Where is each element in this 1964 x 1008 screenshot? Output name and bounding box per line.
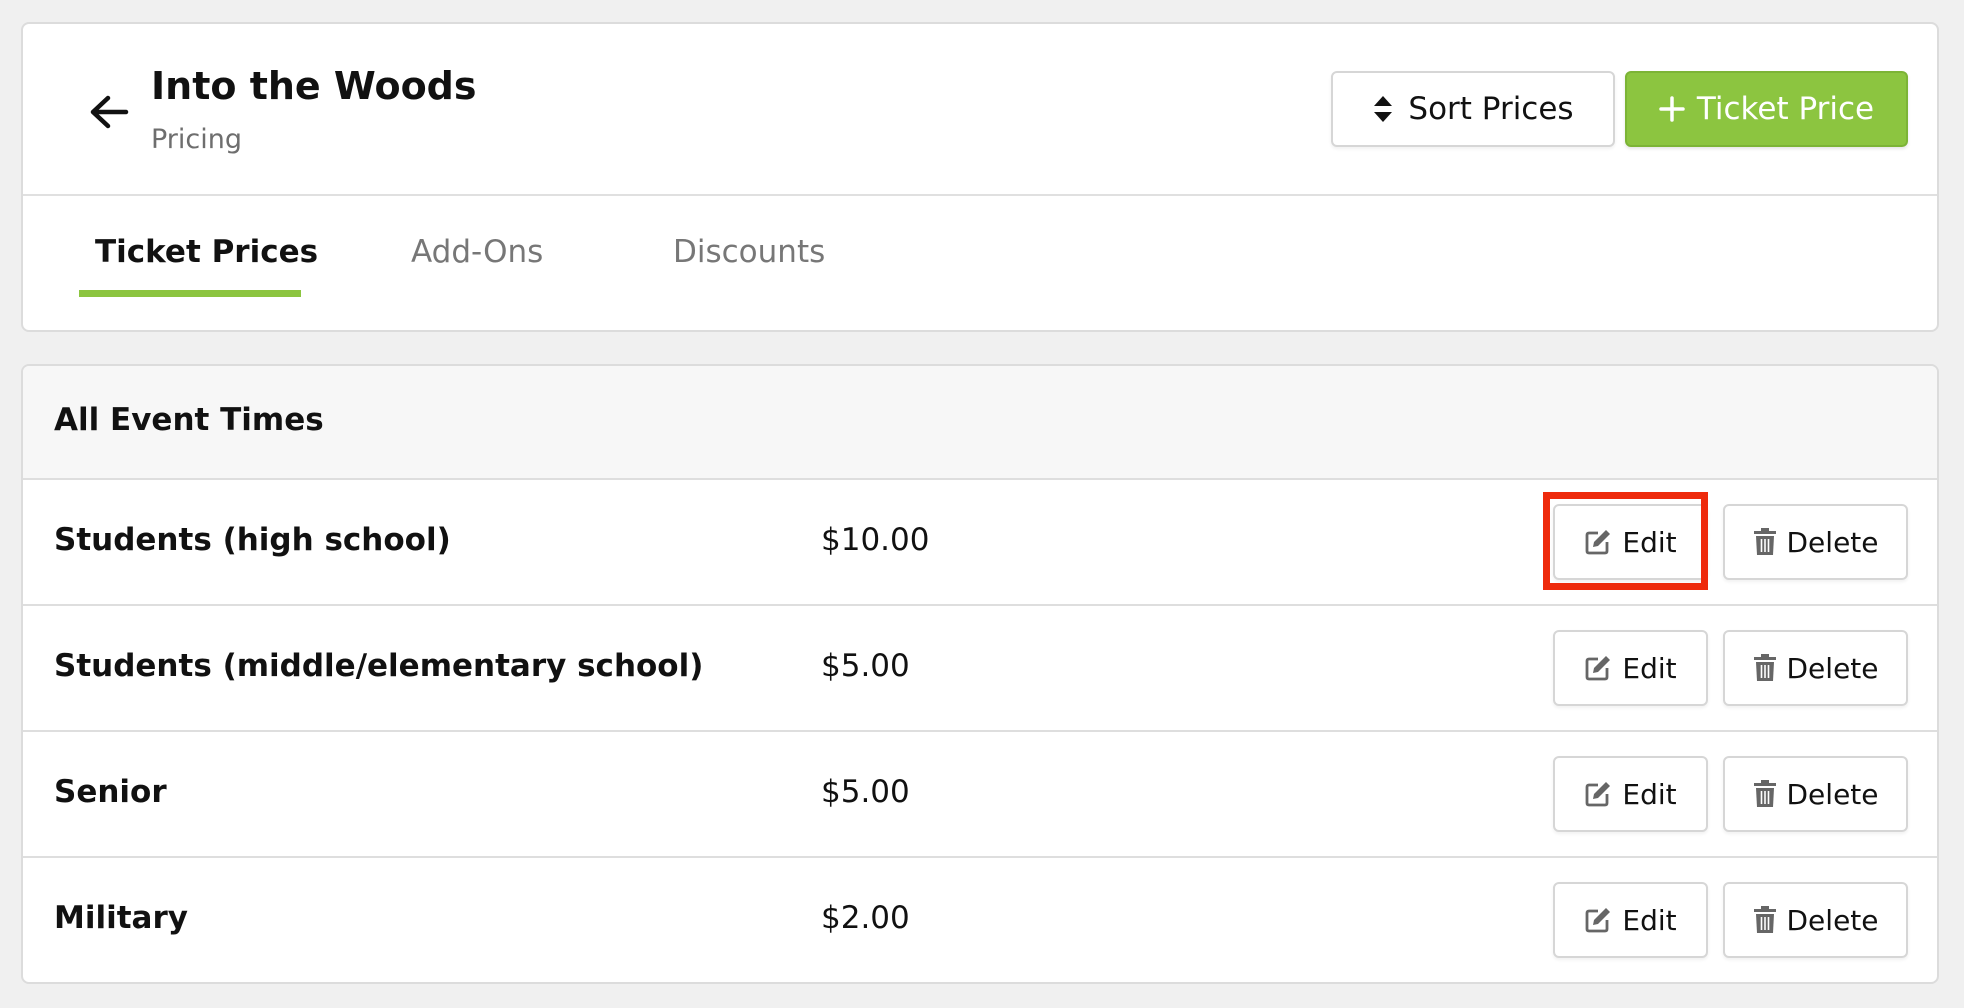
edit-button[interactable]: Edit	[1553, 630, 1708, 706]
sort-icon	[1374, 96, 1393, 122]
add-ticket-price-button[interactable]: Ticket Price	[1625, 71, 1908, 147]
price-name: Students (high school)	[54, 522, 451, 558]
back-button[interactable]	[85, 88, 133, 136]
header-card: Into the Woods Pricing Sort Prices Ticke…	[21, 22, 1939, 332]
price-amount: $10.00	[821, 522, 930, 558]
edit-icon	[1585, 656, 1611, 681]
price-amount: $5.00	[821, 648, 910, 684]
edit-label: Edit	[1622, 651, 1677, 685]
price-name: Military	[54, 900, 188, 936]
page-title: Into the Woods	[151, 64, 477, 108]
delete-label: Delete	[1786, 903, 1879, 937]
trash-icon	[1753, 906, 1776, 933]
edit-label: Edit	[1622, 903, 1677, 937]
section-title: All Event Times	[54, 402, 324, 438]
active-tab-indicator	[79, 290, 301, 297]
delete-label: Delete	[1786, 651, 1879, 685]
delete-label: Delete	[1786, 777, 1879, 811]
tab-ticket-prices[interactable]: Ticket Prices	[95, 234, 318, 270]
edit-icon	[1585, 530, 1611, 555]
price-name: Senior	[54, 774, 167, 810]
price-amount: $2.00	[821, 900, 910, 936]
add-ticket-price-label: Ticket Price	[1696, 91, 1875, 127]
delete-button[interactable]: Delete	[1723, 882, 1908, 958]
price-row: Military $2.00 Edit Delete	[23, 858, 1937, 982]
delete-button[interactable]: Delete	[1723, 630, 1908, 706]
price-row: Students (middle/elementary school) $5.0…	[23, 606, 1937, 732]
trash-icon	[1753, 654, 1776, 681]
delete-label: Delete	[1786, 525, 1879, 559]
delete-button[interactable]: Delete	[1723, 504, 1908, 580]
tab-discounts[interactable]: Discounts	[673, 234, 825, 270]
page-subtitle: Pricing	[151, 124, 243, 155]
tab-add-ons[interactable]: Add-Ons	[411, 234, 543, 270]
arrow-left-icon	[90, 95, 129, 129]
plus-icon	[1659, 96, 1685, 122]
price-amount: $5.00	[821, 774, 910, 810]
edit-icon	[1585, 908, 1611, 933]
price-row: Students (high school) $10.00 Edit Delet…	[23, 480, 1937, 606]
edit-button[interactable]: Edit	[1553, 756, 1708, 832]
sort-prices-label: Sort Prices	[1408, 91, 1574, 127]
price-row: Senior $5.00 Edit Delete	[23, 732, 1937, 858]
sort-prices-button[interactable]: Sort Prices	[1331, 71, 1615, 147]
trash-icon	[1753, 528, 1776, 555]
header-divider	[23, 194, 1937, 196]
trash-icon	[1753, 780, 1776, 807]
prices-card: All Event Times Students (high school) $…	[21, 364, 1939, 984]
section-header: All Event Times	[23, 366, 1937, 480]
edit-button[interactable]: Edit	[1553, 882, 1708, 958]
edit-label: Edit	[1622, 525, 1677, 559]
price-name: Students (middle/elementary school)	[54, 648, 704, 684]
edit-label: Edit	[1622, 777, 1677, 811]
delete-button[interactable]: Delete	[1723, 756, 1908, 832]
edit-icon	[1585, 782, 1611, 807]
edit-button[interactable]: Edit	[1553, 504, 1708, 580]
